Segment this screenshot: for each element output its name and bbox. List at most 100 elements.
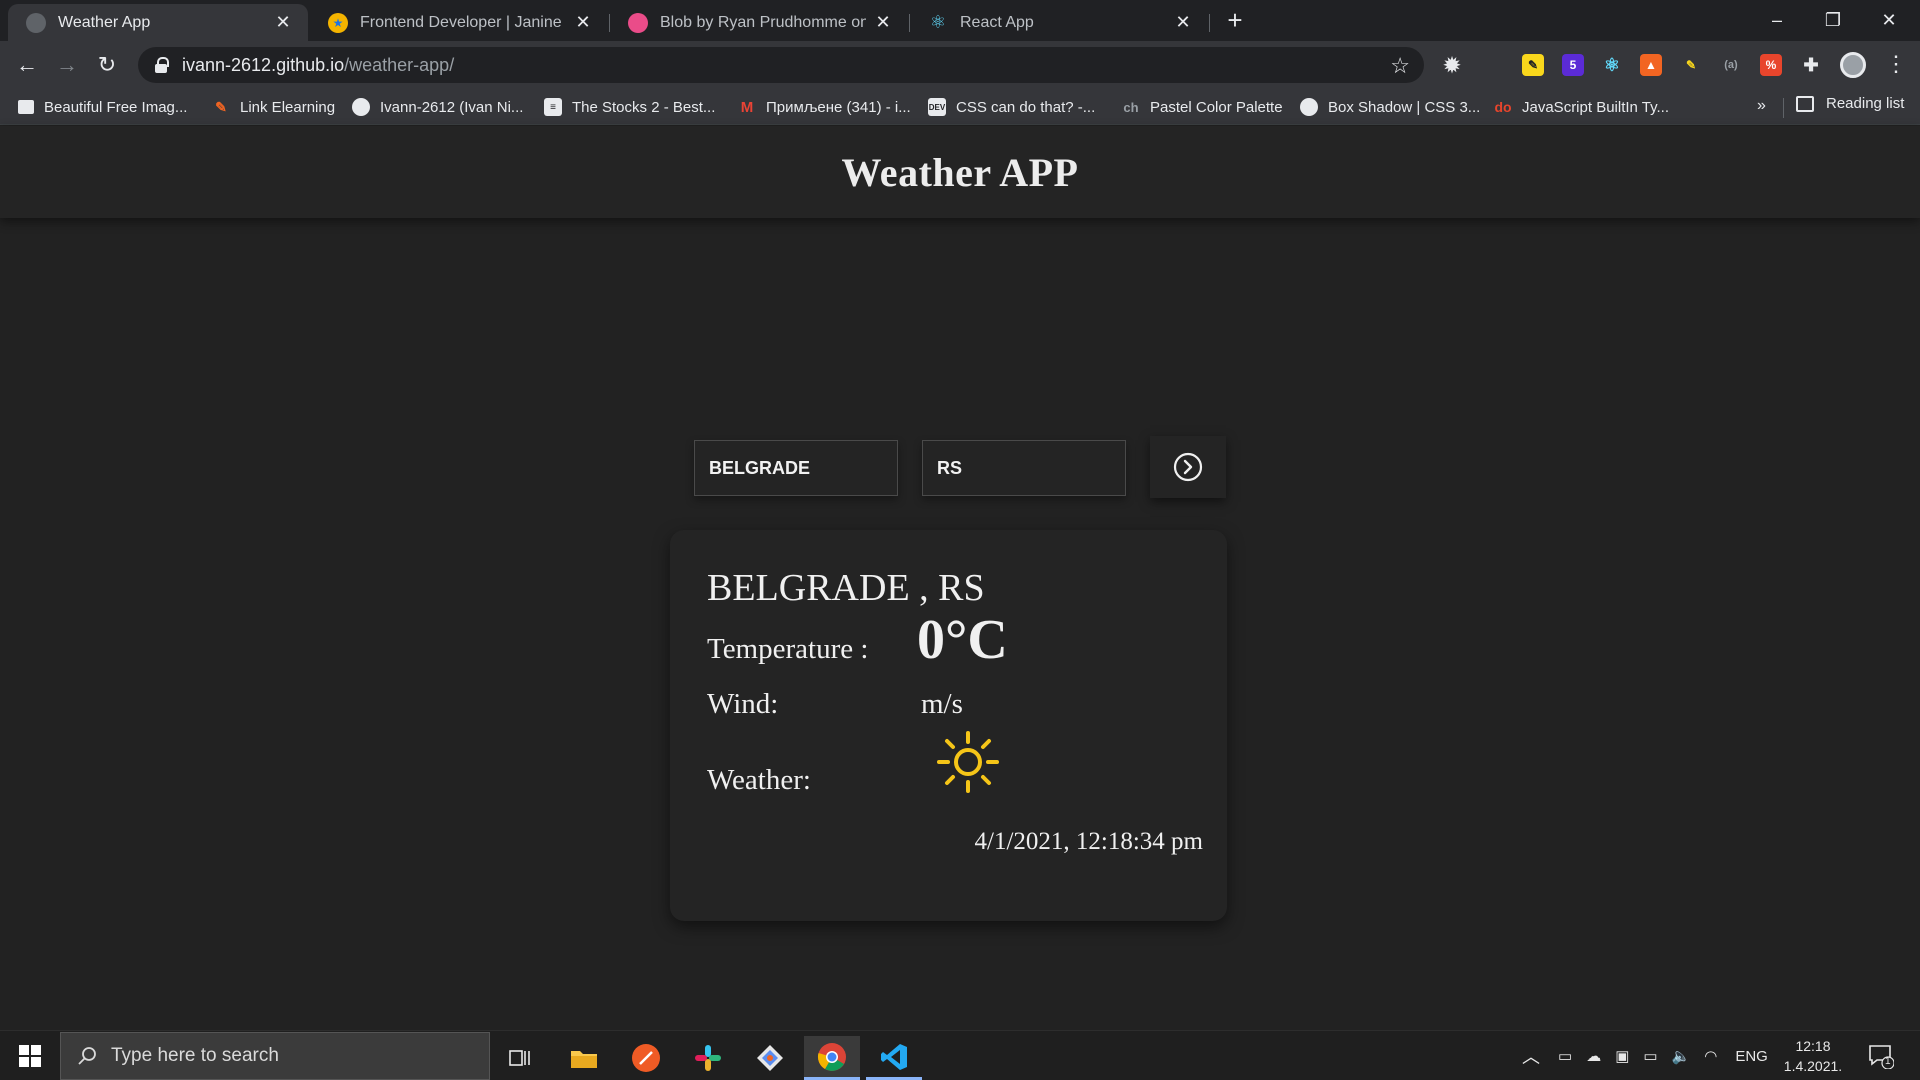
weather-label: Weather: <box>707 764 811 796</box>
restore-button[interactable]: ❐ <box>1810 6 1856 34</box>
palette-icon: ch <box>1123 99 1139 115</box>
git-diamond-icon <box>757 1045 783 1071</box>
reading-list-button[interactable]: Reading list <box>1796 95 1904 112</box>
browser-toolbar: ← → ↻ ivann-2612.github.io/weather-app/ … <box>0 41 1920 89</box>
language-indicator[interactable]: ENG <box>1735 1048 1768 1065</box>
show-hidden-icons-icon[interactable]: ︿ <box>1522 1043 1540 1069</box>
task-view-button[interactable] <box>492 1036 548 1080</box>
bookmark-item[interactable]: do JavaScript BuiltIn Ty... <box>1494 95 1669 119</box>
lock-icon <box>154 57 169 73</box>
chrome-icon <box>817 1042 846 1071</box>
github-icon <box>352 98 370 116</box>
react-devtools-icon[interactable]: ⚛ <box>1601 54 1623 76</box>
bookmark-item[interactable]: ch Pastel Color Palette <box>1122 95 1282 119</box>
new-tab-button[interactable]: + <box>1222 7 1248 34</box>
vscode-taskbar-button[interactable] <box>866 1036 922 1080</box>
globe-icon <box>26 12 46 33</box>
bookmarks-divider <box>1783 98 1784 118</box>
close-tab-icon[interactable]: ✕ <box>572 12 594 33</box>
bookmark-item[interactable]: Box Shadow | CSS 3... <box>1300 95 1480 119</box>
forward-button[interactable]: → <box>52 50 82 80</box>
bookmark-item[interactable]: Beautiful Free Imag... <box>18 95 187 119</box>
onedrive-icon[interactable]: ☁ <box>1586 1047 1601 1065</box>
security-icon[interactable]: ▣ <box>1615 1047 1629 1065</box>
chrome-taskbar-button[interactable] <box>804 1036 860 1080</box>
postman-button[interactable] <box>618 1036 674 1080</box>
search-submit-button[interactable] <box>1150 436 1226 498</box>
search-icon <box>78 1047 96 1065</box>
minimize-button[interactable]: – <box>1754 6 1800 34</box>
bookmark-label: Link Elearning <box>240 98 336 116</box>
tab-title: React App <box>960 13 1034 31</box>
reload-button[interactable]: ↻ <box>92 50 122 80</box>
bookmarks-bar: Beautiful Free Imag... ✎ Link Elearning … <box>0 89 1920 125</box>
bookmark-item[interactable]: M Примљене (341) - i... <box>738 95 911 119</box>
battery-icon[interactable]: ▭ <box>1643 1047 1657 1065</box>
city-input[interactable] <box>694 440 898 496</box>
file-explorer-button[interactable] <box>556 1036 612 1080</box>
highlighter-extension-icon[interactable]: ✎ <box>1522 54 1544 76</box>
search-placeholder: Type here to search <box>111 1045 279 1066</box>
bookmarks-overflow-button[interactable]: » <box>1757 97 1766 115</box>
postman-icon <box>632 1044 660 1072</box>
page-content: Weather APP BELGRADE , RS Temperature : … <box>0 126 1920 1030</box>
clock-time: 12:18 <box>1795 1038 1831 1054</box>
url-path: /weather-app/ <box>344 54 455 75</box>
code-extension-icon[interactable]: (a) <box>1720 54 1742 76</box>
close-window-button[interactable]: ✕ <box>1866 6 1912 34</box>
gmail-icon: M <box>740 98 754 116</box>
badge-extension-icon[interactable]: 5 <box>1562 54 1584 76</box>
bookmark-label: The Stocks 2 - Best... <box>572 98 716 116</box>
bookmark-item[interactable]: DEV CSS can do that? -... <box>928 95 1095 119</box>
back-button[interactable]: ← <box>12 50 42 80</box>
box-shadow-icon <box>1300 98 1318 116</box>
html-extension-icon[interactable]: % <box>1760 54 1782 76</box>
profile-avatar-icon[interactable] <box>1840 52 1866 78</box>
slack-button[interactable] <box>680 1036 736 1080</box>
temperature-label: Temperature : <box>707 633 869 665</box>
browser-menu-icon[interactable]: ⋮ <box>1885 51 1907 77</box>
bookmark-item[interactable]: ✎ Link Elearning <box>212 95 335 119</box>
bookmark-item[interactable]: Ivann-2612 (Ivan Ni... <box>352 95 523 119</box>
tab-dribbble-blob[interactable]: Blob by Ryan Prudhomme on Dri ✕ <box>610 4 908 41</box>
dribbble-icon <box>628 12 648 33</box>
tab-separator <box>1209 14 1210 32</box>
dev-icon: DEV <box>928 98 946 116</box>
tab-frontend-developer[interactable]: ★ Frontend Developer | Janine Mar ✕ <box>310 4 608 41</box>
react-icon: ⚛ <box>929 12 947 32</box>
bookmark-item[interactable]: ≡ The Stocks 2 - Best... <box>544 95 715 119</box>
windows-logo-icon <box>19 1045 41 1067</box>
css-extension-icon[interactable]: ✎ <box>1680 54 1702 76</box>
temperature-value: 0°C <box>917 609 1008 671</box>
bookmark-label: CSS can do that? -... <box>956 98 1096 116</box>
taskbar-clock[interactable]: 12:18 1.4.2021. <box>1778 1036 1848 1076</box>
notification-center-button[interactable]: 1 <box>1868 1043 1895 1070</box>
meet-now-icon[interactable]: ▭ <box>1558 1047 1572 1065</box>
tab-title: Blob by Ryan Prudhomme on Dri <box>660 13 866 31</box>
app-title: Weather APP <box>841 149 1079 195</box>
wifi-icon[interactable]: ◠ <box>1704 1047 1717 1065</box>
arrow-circle-right-icon <box>1173 452 1203 482</box>
bookmark-star-icon[interactable]: ☆ <box>1390 53 1410 79</box>
settings-extension-icon[interactable]: ✹ <box>1441 54 1463 77</box>
close-tab-icon[interactable]: ✕ <box>272 12 294 33</box>
rocket-extension-icon[interactable]: ▲ <box>1640 54 1662 76</box>
url-host: ivann-2612.github.io <box>182 54 345 75</box>
tab-strip: Weather App ✕ ★ Frontend Developer | Jan… <box>0 0 1920 41</box>
extensions-puzzle-icon[interactable]: ✚ <box>1800 54 1822 76</box>
volume-icon[interactable]: 🔈 <box>1672 1047 1691 1065</box>
close-tab-icon[interactable]: ✕ <box>1172 12 1194 33</box>
close-tab-icon[interactable]: ✕ <box>872 12 894 33</box>
vscode-icon <box>881 1043 907 1070</box>
system-tray: ︿ ▭ ☁ ▣ ▭ 🔈 ◠ ENG <box>1522 1031 1768 1080</box>
tab-weather-app[interactable]: Weather App ✕ <box>8 4 308 41</box>
taskbar-search[interactable]: Type here to search <box>60 1032 490 1080</box>
start-button[interactable] <box>0 1031 60 1080</box>
country-input[interactable] <box>922 440 1126 496</box>
address-bar[interactable]: ivann-2612.github.io/weather-app/ ☆ <box>138 47 1424 83</box>
site-favicon-icon: ★ <box>328 12 348 33</box>
tab-react-app[interactable]: ⚛ React App ✕ <box>910 4 1208 41</box>
elearning-icon: ✎ <box>215 98 227 115</box>
bookmark-label: Ivann-2612 (Ivan Ni... <box>380 98 524 116</box>
gitkraken-button[interactable] <box>742 1036 798 1080</box>
